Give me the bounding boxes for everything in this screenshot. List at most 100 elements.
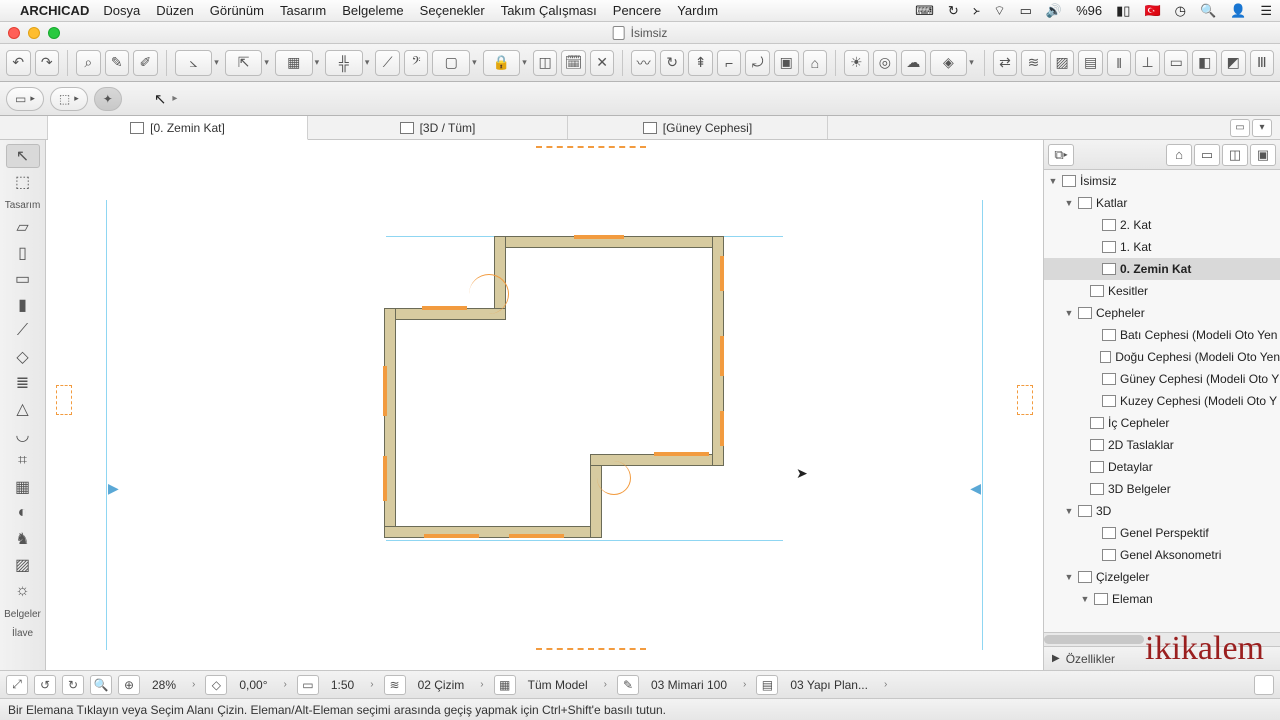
navigator-settings-button[interactable]: ⧉▸ — [1048, 144, 1074, 166]
battery-icon[interactable]: ▮▯ — [1116, 3, 1130, 19]
roof-button[interactable]: ◧ — [1192, 50, 1217, 76]
angle-value[interactable]: 0,00° — [233, 678, 273, 692]
navigator-project-map-button[interactable]: ⌂ — [1166, 144, 1192, 166]
cloud-button[interactable]: ☁ — [901, 50, 926, 76]
home-button[interactable]: ⌂ — [803, 50, 828, 76]
eyedrop-button[interactable]: ✎ — [105, 50, 130, 76]
inject-button[interactable]: ✐ — [133, 50, 158, 76]
tree-3d-docs[interactable]: 3D Belgeler — [1108, 482, 1171, 496]
tree-elev-south[interactable]: Güney Cephesi (Modeli Oto Y — [1120, 372, 1279, 386]
measure-button[interactable]: 𝄢 — [404, 50, 429, 76]
user-icon[interactable]: 👤 — [1230, 3, 1246, 19]
pick-button[interactable]: ⌕ — [76, 50, 101, 76]
menu-view[interactable]: Görünüm — [210, 3, 264, 18]
navigator-layout-book-button[interactable]: ◫ — [1222, 144, 1248, 166]
undo-button[interactable]: ↶ — [6, 50, 31, 76]
magic-wand-button[interactable]: ✦ — [94, 87, 122, 111]
connect-button[interactable]: ⇄ — [993, 50, 1018, 76]
tab-floorplan[interactable]: [0. Zemin Kat] — [48, 116, 308, 140]
menu-teamwork[interactable]: Takım Çalışması — [501, 3, 597, 18]
zoom-next-button[interactable]: ↻ — [62, 675, 84, 695]
lock-button[interactable]: 🔒 — [483, 50, 521, 76]
calendar-button[interactable]: 🗓 — [561, 50, 586, 76]
tab-menu-button[interactable]: ▾ — [1252, 119, 1272, 137]
column-tool[interactable]: ▮ — [6, 293, 40, 317]
wifi-icon[interactable]: ⌔ — [993, 3, 1005, 19]
redo-button[interactable]: ↷ — [35, 50, 60, 76]
box-button[interactable]: ▢ — [432, 50, 470, 76]
drawing-canvas[interactable]: ▶ ◀ ➤ — [46, 140, 1043, 670]
roof-tool[interactable]: △ — [6, 397, 40, 421]
arc-button[interactable]: ⤾ — [745, 50, 770, 76]
volume-icon[interactable]: 🔊 — [1046, 3, 1062, 19]
navigator-tree[interactable]: ▼İsimsiz ▼Katlar 2. Kat 1. Kat 0. Zemin … — [1044, 170, 1280, 632]
snap-button[interactable]: ⇱ — [225, 50, 263, 76]
trace-button[interactable]: ◫ — [533, 50, 558, 76]
cross-button[interactable]: ✕ — [590, 50, 615, 76]
zoom-prev-button[interactable]: ↺ — [34, 675, 56, 695]
menu-design[interactable]: Tasarım — [280, 3, 326, 18]
minimize-window-button[interactable] — [28, 27, 40, 39]
screencast-icon[interactable]: ⌨ — [915, 3, 934, 19]
cube-button[interactable]: ◈ — [930, 50, 968, 76]
tree-3d[interactable]: 3D — [1096, 504, 1111, 518]
tab-elevation[interactable]: [Güney Cephesi] — [568, 116, 828, 139]
tab-3d[interactable]: [3D / Tüm] — [308, 116, 568, 139]
tree-worksheets[interactable]: 2D Taslaklar — [1108, 438, 1174, 452]
morph-tool[interactable]: ◐ — [6, 501, 40, 525]
model-icon[interactable]: ▦ — [494, 675, 516, 695]
marquee-tool[interactable]: ⬚ — [6, 170, 40, 194]
grid-snap-button[interactable]: ▦ — [275, 50, 313, 76]
handle-left[interactable] — [56, 385, 72, 415]
orbit-button[interactable]: ↻ — [660, 50, 685, 76]
corner-grip[interactable] — [1254, 675, 1274, 695]
tree-floor-0[interactable]: 0. Zemin Kat — [1120, 262, 1191, 276]
wall-tool[interactable]: ▱ — [6, 215, 40, 239]
tree-elev-west[interactable]: Batı Cephesi (Modeli Oto Yen — [1120, 328, 1277, 342]
shell-tool[interactable]: ◡ — [6, 423, 40, 447]
grid-button[interactable]: ╬ — [325, 50, 363, 76]
mesh-tool[interactable]: ⌗ — [6, 449, 40, 473]
fit-button[interactable]: ⤢ — [6, 675, 28, 695]
window-tool[interactable]: ▭ — [6, 267, 40, 291]
model-value[interactable]: Tüm Model — [522, 678, 594, 692]
object-tool[interactable]: ♞ — [6, 527, 40, 551]
tree-elev-east[interactable]: Doğu Cephesi (Modeli Oto Yen — [1115, 350, 1280, 364]
arrow-tool-icon[interactable]: ↖ — [154, 90, 167, 108]
menu-edit[interactable]: Düzen — [156, 3, 194, 18]
tree-sections[interactable]: Kesitler — [1108, 284, 1148, 298]
tree-floor-2[interactable]: 2. Kat — [1120, 218, 1151, 232]
menu-help[interactable]: Yardım — [677, 3, 718, 18]
menu-file[interactable]: Dosya — [103, 3, 140, 18]
tree-floors[interactable]: Katlar — [1096, 196, 1127, 210]
curve-button[interactable]: 〰 — [631, 50, 656, 76]
wave-button[interactable]: ≋ — [1021, 50, 1046, 76]
tree-elevations[interactable]: Cepheler — [1096, 306, 1145, 320]
tree-axonometry[interactable]: Genel Aksonometri — [1120, 548, 1221, 562]
magnify-button[interactable]: 🔍 — [90, 675, 112, 695]
bluetooth-icon[interactable]: ᚛ — [973, 3, 980, 19]
scale-icon[interactable]: ▭ — [297, 675, 319, 695]
text-button[interactable]: Ⅲ — [1250, 50, 1275, 76]
close-window-button[interactable] — [8, 27, 20, 39]
clock-icon[interactable]: ◷ — [1175, 3, 1186, 19]
guideline-button[interactable]: ⦣ — [175, 50, 213, 76]
render-button[interactable]: ◎ — [873, 50, 898, 76]
menu-options[interactable]: Seçenekler — [420, 3, 485, 18]
timemachine-icon[interactable]: ↻ — [948, 3, 959, 19]
beam-tool[interactable]: ⟋ — [6, 319, 40, 343]
navigator-view-map-button[interactable]: ▭ — [1194, 144, 1220, 166]
app-name[interactable]: ARCHICAD — [20, 3, 89, 18]
mesh-button[interactable]: ◩ — [1221, 50, 1246, 76]
stair-tool[interactable]: ≣ — [6, 371, 40, 395]
slab-button[interactable]: ▭ — [1164, 50, 1189, 76]
scale-value[interactable]: 1:50 — [325, 678, 360, 692]
lamp-tool[interactable]: ☼ — [6, 579, 40, 603]
display-icon[interactable]: ▭ — [1020, 3, 1032, 19]
plan-icon[interactable]: ▤ — [756, 675, 778, 695]
zoom-window-button[interactable] — [48, 27, 60, 39]
arrow-tool[interactable]: ↖ — [6, 144, 40, 168]
battery-percent[interactable]: %96 — [1076, 3, 1102, 18]
slab-tool[interactable]: ◇ — [6, 345, 40, 369]
menu-window[interactable]: Pencere — [613, 3, 661, 18]
